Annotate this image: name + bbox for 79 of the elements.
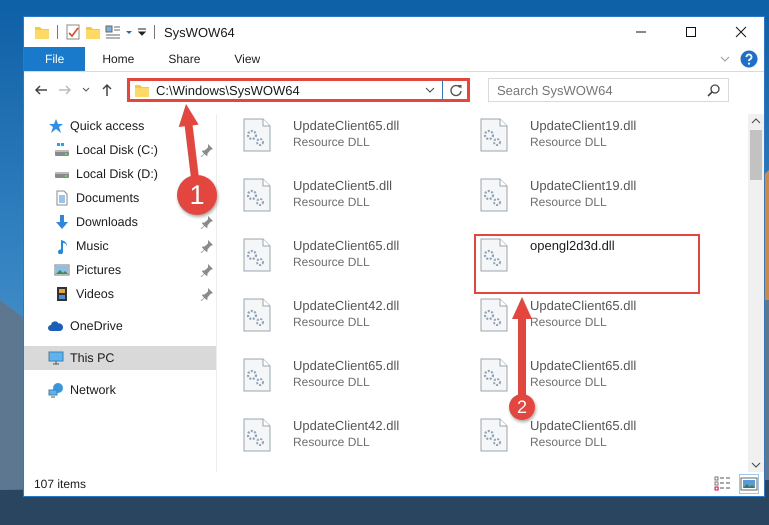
search-field[interactable]: Search SysWOW64 xyxy=(488,78,729,102)
search-icon[interactable] xyxy=(707,83,721,97)
sidebar-item[interactable]: Pictures xyxy=(54,262,122,278)
ribbon-tab[interactable]: Share xyxy=(151,47,218,71)
gear-file-icon[interactable] xyxy=(480,298,508,332)
download-arrow-icon xyxy=(54,214,70,230)
file-type: Resource DLL xyxy=(293,255,370,269)
sidebar-item[interactable]: Documents xyxy=(54,190,140,206)
file-name[interactable]: UpdateClient5.dll xyxy=(293,178,392,193)
large-icons-view-button[interactable] xyxy=(740,475,758,493)
sidebar-item[interactable]: Local Disk (C:) xyxy=(54,142,158,158)
sidebar-item[interactable]: Music xyxy=(54,238,109,254)
gear-file-icon[interactable] xyxy=(480,418,508,452)
gear-file-icon[interactable] xyxy=(243,358,271,392)
file-type: Resource DLL xyxy=(530,315,607,329)
file-name[interactable]: UpdateClient19.dll xyxy=(530,118,636,133)
close-icon xyxy=(735,26,747,38)
file-type: Resource DLL xyxy=(530,195,607,209)
monitor-icon xyxy=(48,350,64,366)
file-name[interactable]: UpdateClient65.dll xyxy=(530,298,636,313)
pin-icon[interactable] xyxy=(200,239,214,253)
file-name[interactable]: UpdateClient65.dll xyxy=(293,358,400,373)
checklist-icon[interactable] xyxy=(65,24,81,40)
file-type: Resource DLL xyxy=(293,135,370,149)
file-type: Resource DLL xyxy=(293,315,370,329)
file-name[interactable]: UpdateClient65.dll xyxy=(530,358,636,373)
pin-icon[interactable] xyxy=(200,263,214,277)
file-type: Resource DLL xyxy=(530,135,607,149)
pin-icon[interactable] xyxy=(200,143,214,157)
ribbon-tab[interactable]: View xyxy=(217,47,278,71)
sidebar-item[interactable]: This PC xyxy=(48,350,114,366)
file-type: Resource DLL xyxy=(293,195,370,209)
gear-file-icon[interactable] xyxy=(480,358,508,392)
file-name[interactable]: UpdateClient65.dll xyxy=(293,238,400,253)
address-field[interactable]: C:\Windows\SysWOW64 xyxy=(127,78,470,102)
sidebar-item[interactable]: OneDrive xyxy=(48,318,123,334)
file-name[interactable]: opengl2d3d.dll xyxy=(530,238,615,253)
pin-icon[interactable] xyxy=(200,287,214,301)
gear-file-icon[interactable] xyxy=(480,238,508,272)
details-view-button[interactable] xyxy=(714,475,732,493)
sidebar-item[interactable]: Local Disk (D:) xyxy=(54,166,158,182)
window-title: SysWOW64 xyxy=(164,24,235,40)
item-count: 107 items xyxy=(34,477,86,491)
sidebar-item[interactable]: Downloads xyxy=(54,214,138,230)
drive-icon xyxy=(54,142,70,158)
gear-file-icon[interactable] xyxy=(243,238,271,272)
document-icon xyxy=(54,190,70,206)
film-icon xyxy=(54,286,70,302)
file-name[interactable]: UpdateClient42.dll xyxy=(293,298,400,313)
refresh-button[interactable] xyxy=(449,83,463,97)
picture-icon xyxy=(54,262,70,278)
sidebar-item[interactable]: Quick access xyxy=(48,118,144,134)
scrollbar-thumb[interactable] xyxy=(750,130,762,180)
gear-file-icon[interactable] xyxy=(243,178,271,212)
folder-icon xyxy=(134,82,150,98)
ribbon-tab[interactable]: Home xyxy=(85,47,152,71)
address-text: C:\Windows\SysWOW64 xyxy=(156,82,300,98)
file-name[interactable]: UpdateClient65.dll xyxy=(293,118,400,133)
file-type: Resource DLL xyxy=(293,435,370,449)
file-type: Resource DLL xyxy=(530,375,607,389)
gear-file-icon[interactable] xyxy=(243,118,271,152)
file-name[interactable]: UpdateClient42.dll xyxy=(293,418,400,433)
properties-icon[interactable] xyxy=(105,24,121,40)
help-icon[interactable] xyxy=(740,50,758,68)
file-name[interactable]: UpdateClient65.dll xyxy=(530,418,636,433)
ribbon-tab[interactable]: File xyxy=(24,47,86,71)
star-icon xyxy=(48,118,64,134)
file-name[interactable]: UpdateClient19.dll xyxy=(530,178,636,193)
network-icon xyxy=(48,382,64,398)
gear-file-icon[interactable] xyxy=(243,298,271,332)
sidebar-item[interactable]: Videos xyxy=(54,286,114,302)
gear-file-icon[interactable] xyxy=(480,178,508,212)
maximize-icon xyxy=(685,26,697,38)
sidebar-item[interactable]: Network xyxy=(48,382,116,398)
file-type: Resource DLL xyxy=(530,435,607,449)
pin-icon[interactable] xyxy=(200,215,214,229)
gear-file-icon[interactable] xyxy=(480,118,508,152)
file-type: Resource DLL xyxy=(293,375,370,389)
gear-file-icon[interactable] xyxy=(243,418,271,452)
